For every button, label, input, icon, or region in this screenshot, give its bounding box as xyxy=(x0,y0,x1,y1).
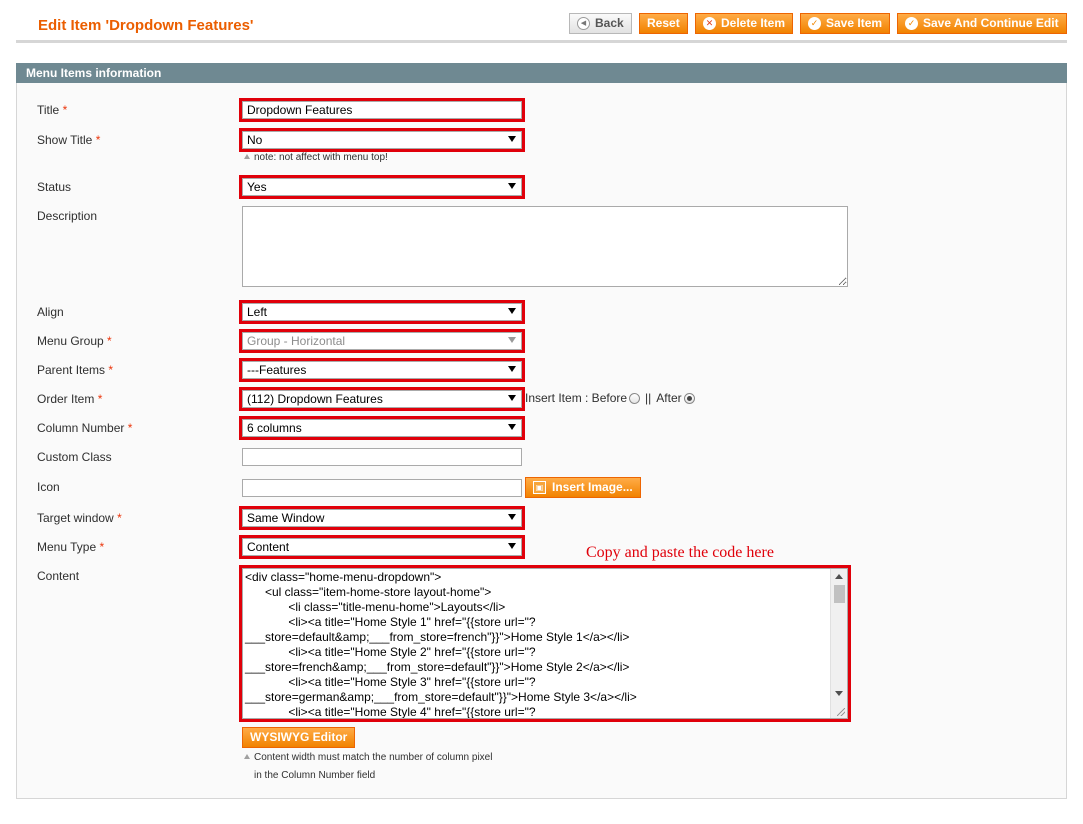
insert-separator: || xyxy=(645,391,652,405)
header-divider xyxy=(16,40,1067,43)
custom-class-input[interactable] xyxy=(242,448,522,466)
order-item-label: Order Item * xyxy=(37,392,103,406)
target-window-label: Target window * xyxy=(37,511,122,525)
order-item-select[interactable]: (112) Dropdown Features xyxy=(239,387,525,411)
content-note-line2: in the Column Number field xyxy=(254,770,376,781)
dropdown-arrow-icon xyxy=(508,183,516,189)
image-icon: ▣ xyxy=(533,481,546,494)
dropdown-arrow-icon xyxy=(508,424,516,430)
fieldset-header: Menu Items information xyxy=(16,63,1067,83)
title-input[interactable]: Dropdown Features xyxy=(239,98,525,122)
custom-class-label: Custom Class xyxy=(37,450,112,464)
scroll-thumb[interactable] xyxy=(834,585,845,603)
status-label: Status xyxy=(37,180,72,194)
note-triangle-icon xyxy=(244,754,250,759)
dropdown-arrow-icon xyxy=(508,136,516,142)
insert-image-label: Insert Image... xyxy=(552,480,633,494)
icon-label: Icon xyxy=(37,480,60,494)
menu-group-select[interactable]: Group - Horizontal xyxy=(239,329,525,353)
insert-after-radio[interactable] xyxy=(683,392,695,404)
save-and-continue-button[interactable]: ✓ Save And Continue Edit xyxy=(897,13,1067,34)
dropdown-arrow-icon xyxy=(508,337,516,343)
scroll-down-icon[interactable] xyxy=(835,691,843,696)
annotation-text: Copy and paste the code here xyxy=(586,544,774,561)
icon-input[interactable] xyxy=(242,479,522,497)
show-title-label: Show Title * xyxy=(37,133,101,147)
parent-items-select[interactable]: ---Features xyxy=(239,358,525,382)
content-label: Content xyxy=(37,569,80,583)
status-select[interactable]: Yes xyxy=(239,175,525,199)
dropdown-arrow-icon xyxy=(508,514,516,520)
insert-after-label: After xyxy=(656,391,682,405)
wysiwyg-editor-label: WYSIWYG Editor xyxy=(250,730,348,744)
target-window-select[interactable]: Same Window xyxy=(239,506,525,530)
page-title: Edit Item 'Dropdown Features' xyxy=(38,17,254,34)
insert-image-button[interactable]: ▣ Insert Image... xyxy=(525,477,641,498)
column-number-label: Column Number * xyxy=(37,421,133,435)
wysiwyg-editor-button[interactable]: WYSIWYG Editor xyxy=(242,727,356,748)
save-continue-button-label: Save And Continue Edit xyxy=(923,16,1059,30)
align-label: Align xyxy=(37,305,64,319)
column-number-select[interactable]: 6 columns xyxy=(239,416,525,440)
content-textarea[interactable]: <div class="home-menu-dropdown"> <ul cla… xyxy=(239,565,851,722)
align-select[interactable]: Left xyxy=(239,300,525,324)
save-item-button[interactable]: ✓ Save Item xyxy=(800,13,891,34)
resize-grip-icon[interactable] xyxy=(837,708,845,716)
checkmark-icon: ✓ xyxy=(905,17,918,30)
back-button[interactable]: ◀ Back xyxy=(569,13,632,34)
delete-item-button[interactable]: ✕ Delete Item xyxy=(695,13,794,34)
reset-button-label: Reset xyxy=(647,16,680,30)
menu-type-select[interactable]: Content xyxy=(239,535,525,559)
show-title-select[interactable]: No xyxy=(239,128,525,152)
insert-position-options: Insert Item : Before || After xyxy=(525,391,695,405)
menu-group-label: Menu Group * xyxy=(37,334,112,348)
insert-before-radio[interactable] xyxy=(629,392,641,404)
delete-icon: ✕ xyxy=(703,17,716,30)
save-button-label: Save Item xyxy=(826,16,883,30)
title-label: Title * xyxy=(37,103,68,117)
dropdown-arrow-icon xyxy=(508,308,516,314)
parent-items-label: Parent Items * xyxy=(37,363,114,377)
dropdown-arrow-icon xyxy=(508,543,516,549)
content-scrollbar[interactable] xyxy=(830,569,847,718)
note-triangle-icon xyxy=(244,154,250,159)
reset-button[interactable]: Reset xyxy=(639,13,688,34)
show-title-note: note: not affect with menu top! xyxy=(244,152,388,163)
back-button-label: Back xyxy=(595,16,624,30)
back-arrow-icon: ◀ xyxy=(577,17,590,30)
content-note: Content width must match the number of c… xyxy=(244,752,492,763)
delete-button-label: Delete Item xyxy=(721,16,786,30)
description-textarea[interactable] xyxy=(242,206,848,287)
menu-type-label: Menu Type * xyxy=(37,540,105,554)
dropdown-arrow-icon xyxy=(508,395,516,401)
insert-before-label: Insert Item : Before xyxy=(525,391,628,405)
description-label: Description xyxy=(37,209,98,223)
checkmark-icon: ✓ xyxy=(808,17,821,30)
content-code: <div class="home-menu-dropdown"> <ul cla… xyxy=(245,570,637,719)
dropdown-arrow-icon xyxy=(508,366,516,372)
scroll-up-icon[interactable] xyxy=(835,574,843,579)
